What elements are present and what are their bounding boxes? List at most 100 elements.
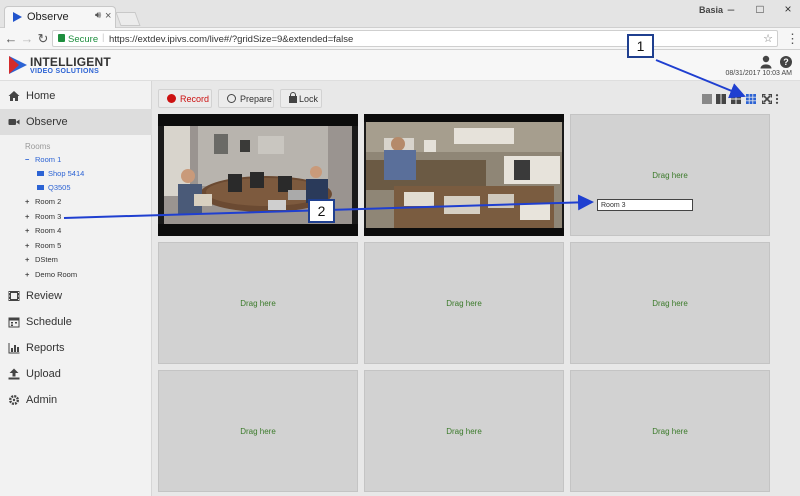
speaker-icon[interactable]: 🔊︎ [95,10,101,21]
drop-zone-cell[interactable]: Drag here [158,370,358,492]
two-column-layout-icon[interactable] [716,94,726,104]
nine-grid-layout-icon[interactable] [746,94,756,104]
room-item-dstem[interactable]: + DStem [25,254,58,266]
expand-icon[interactable]: + [25,269,35,281]
camera-item-q3505[interactable]: Q3505 [37,182,71,194]
address-bar: ← → ↻ Secure | https://extdev.ipivs.com/… [0,28,800,50]
sidebar: Home Observe Rooms − Room 1 Shop 5414 Q35… [0,81,152,496]
forward-icon[interactable]: → [20,31,34,46]
reload-icon[interactable]: ↻ [36,31,50,47]
sidebar-item-label: Observe [26,116,68,128]
omnibox-divider: | [102,32,105,43]
sidebar-item-home[interactable]: Home [0,83,152,109]
sidebar-item-schedule[interactable]: Schedule [0,309,152,335]
sidebar-item-label: Review [26,290,63,302]
browser-tab-strip: Observe 🔊︎ × Basia – □ × [0,0,800,28]
room-drop-input[interactable] [597,199,693,211]
new-tab-button[interactable] [115,12,141,26]
camera-label: Shop 5414 [48,169,85,178]
room-item-room-2[interactable]: + Room 2 [25,196,61,208]
room-label: Demo Room [35,270,78,279]
room-label: Room 2 [35,197,62,206]
single-layout-icon[interactable] [702,94,712,104]
camera-icon [37,185,44,190]
upload-icon [8,368,20,380]
calendar-icon [8,317,20,328]
window-user-name: Basia [699,5,724,15]
drag-here-label: Drag here [652,427,688,436]
room-item-room-5[interactable]: + Room 5 [25,240,61,252]
tab-close-icon[interactable]: × [105,10,111,22]
sidebar-item-observe[interactable]: Observe [0,109,152,135]
lock-icon [289,92,297,103]
minimize-icon[interactable]: – [723,2,739,16]
room-item-room-4[interactable]: + Room 4 [25,225,61,237]
app-header: INTELLIGENT VIDEO SOLUTIONS ? 08/31/2017… [0,50,800,81]
fullscreen-icon[interactable] [762,94,772,104]
drop-zone-cell[interactable]: Drag here [570,114,770,236]
room-item-room-3[interactable]: + Room 3 [25,211,61,223]
tab-title: Observe [27,11,69,23]
drag-here-label: Drag here [446,427,482,436]
more-options-icon[interactable] [774,94,780,104]
room-item-room-1[interactable]: − Room 1 [25,154,61,166]
gear-icon [9,395,19,405]
back-icon[interactable]: ← [4,31,18,46]
browser-tab[interactable]: Observe 🔊︎ × [4,6,116,28]
close-window-icon[interactable]: × [780,2,796,16]
expand-icon[interactable]: + [25,211,35,223]
browser-menu-icon[interactable]: ⋮ [786,31,799,47]
bar-chart-icon [8,343,20,354]
drop-zone-cell[interactable]: Drag here [364,370,564,492]
sidebar-item-upload[interactable]: Upload [0,361,152,387]
sidebar-item-label: Reports [26,342,65,354]
drag-here-label: Drag here [446,299,482,308]
help-icon[interactable]: ? [780,56,792,68]
bookmark-star-icon[interactable]: ☆ [763,32,773,45]
prepare-label: Prepare [240,94,273,104]
expand-icon[interactable]: + [25,254,35,266]
drop-zone-cell[interactable]: Drag here [570,242,770,364]
drop-zone-cell[interactable]: Drag here [570,370,770,492]
home-icon [8,91,20,101]
sidebar-item-review[interactable]: Review [0,283,152,309]
drag-here-label: Drag here [240,427,276,436]
secure-lock-icon [58,34,65,42]
header-datetime: 08/31/2017 10:03 AM [725,70,792,77]
collapse-icon[interactable]: − [25,154,35,166]
record-button[interactable]: Record [158,89,212,108]
camera-item-shop-5414[interactable]: Shop 5414 [37,168,84,180]
room-label: Room 4 [35,226,62,235]
camera-icon [37,171,44,176]
favicon-icon [13,12,22,22]
drag-here-label: Drag here [652,171,688,180]
callout-1: 1 [627,34,654,58]
room-label: DStem [35,255,58,264]
callout-2: 2 [308,199,335,223]
expand-icon[interactable]: + [25,196,35,208]
prepare-button[interactable]: Prepare [218,89,274,108]
logo-icon [9,56,27,74]
url-text: https://extdev.ipivs.com/live#/?gridSize… [109,34,354,45]
drop-zone-cell[interactable]: Drag here [364,242,564,364]
record-label: Record [180,94,210,104]
room-label: Room 1 [35,155,62,164]
expand-icon[interactable]: + [25,225,35,237]
drop-zone-cell[interactable]: Drag here [158,242,358,364]
expand-icon[interactable]: + [25,240,35,252]
maximize-icon[interactable]: □ [752,2,768,16]
video-camera-icon [8,119,20,125]
room-item-demo-room[interactable]: + Demo Room [25,269,77,281]
sidebar-item-admin[interactable]: Admin [0,387,152,413]
lock-button[interactable]: Lock [280,89,322,108]
sidebar-item-reports[interactable]: Reports [0,335,152,361]
camera-label: Q3505 [48,183,71,192]
logo-text-secondary: VIDEO SOLUTIONS [30,68,100,75]
user-icon[interactable] [760,55,772,69]
rooms-section-label: Rooms [25,142,51,151]
film-icon [8,291,20,301]
video-tile-q3505[interactable] [364,114,564,236]
url-field[interactable]: Secure | https://extdev.ipivs.com/live#/… [52,30,778,47]
quad-layout-icon[interactable] [731,94,741,104]
sidebar-item-label: Schedule [26,316,72,328]
